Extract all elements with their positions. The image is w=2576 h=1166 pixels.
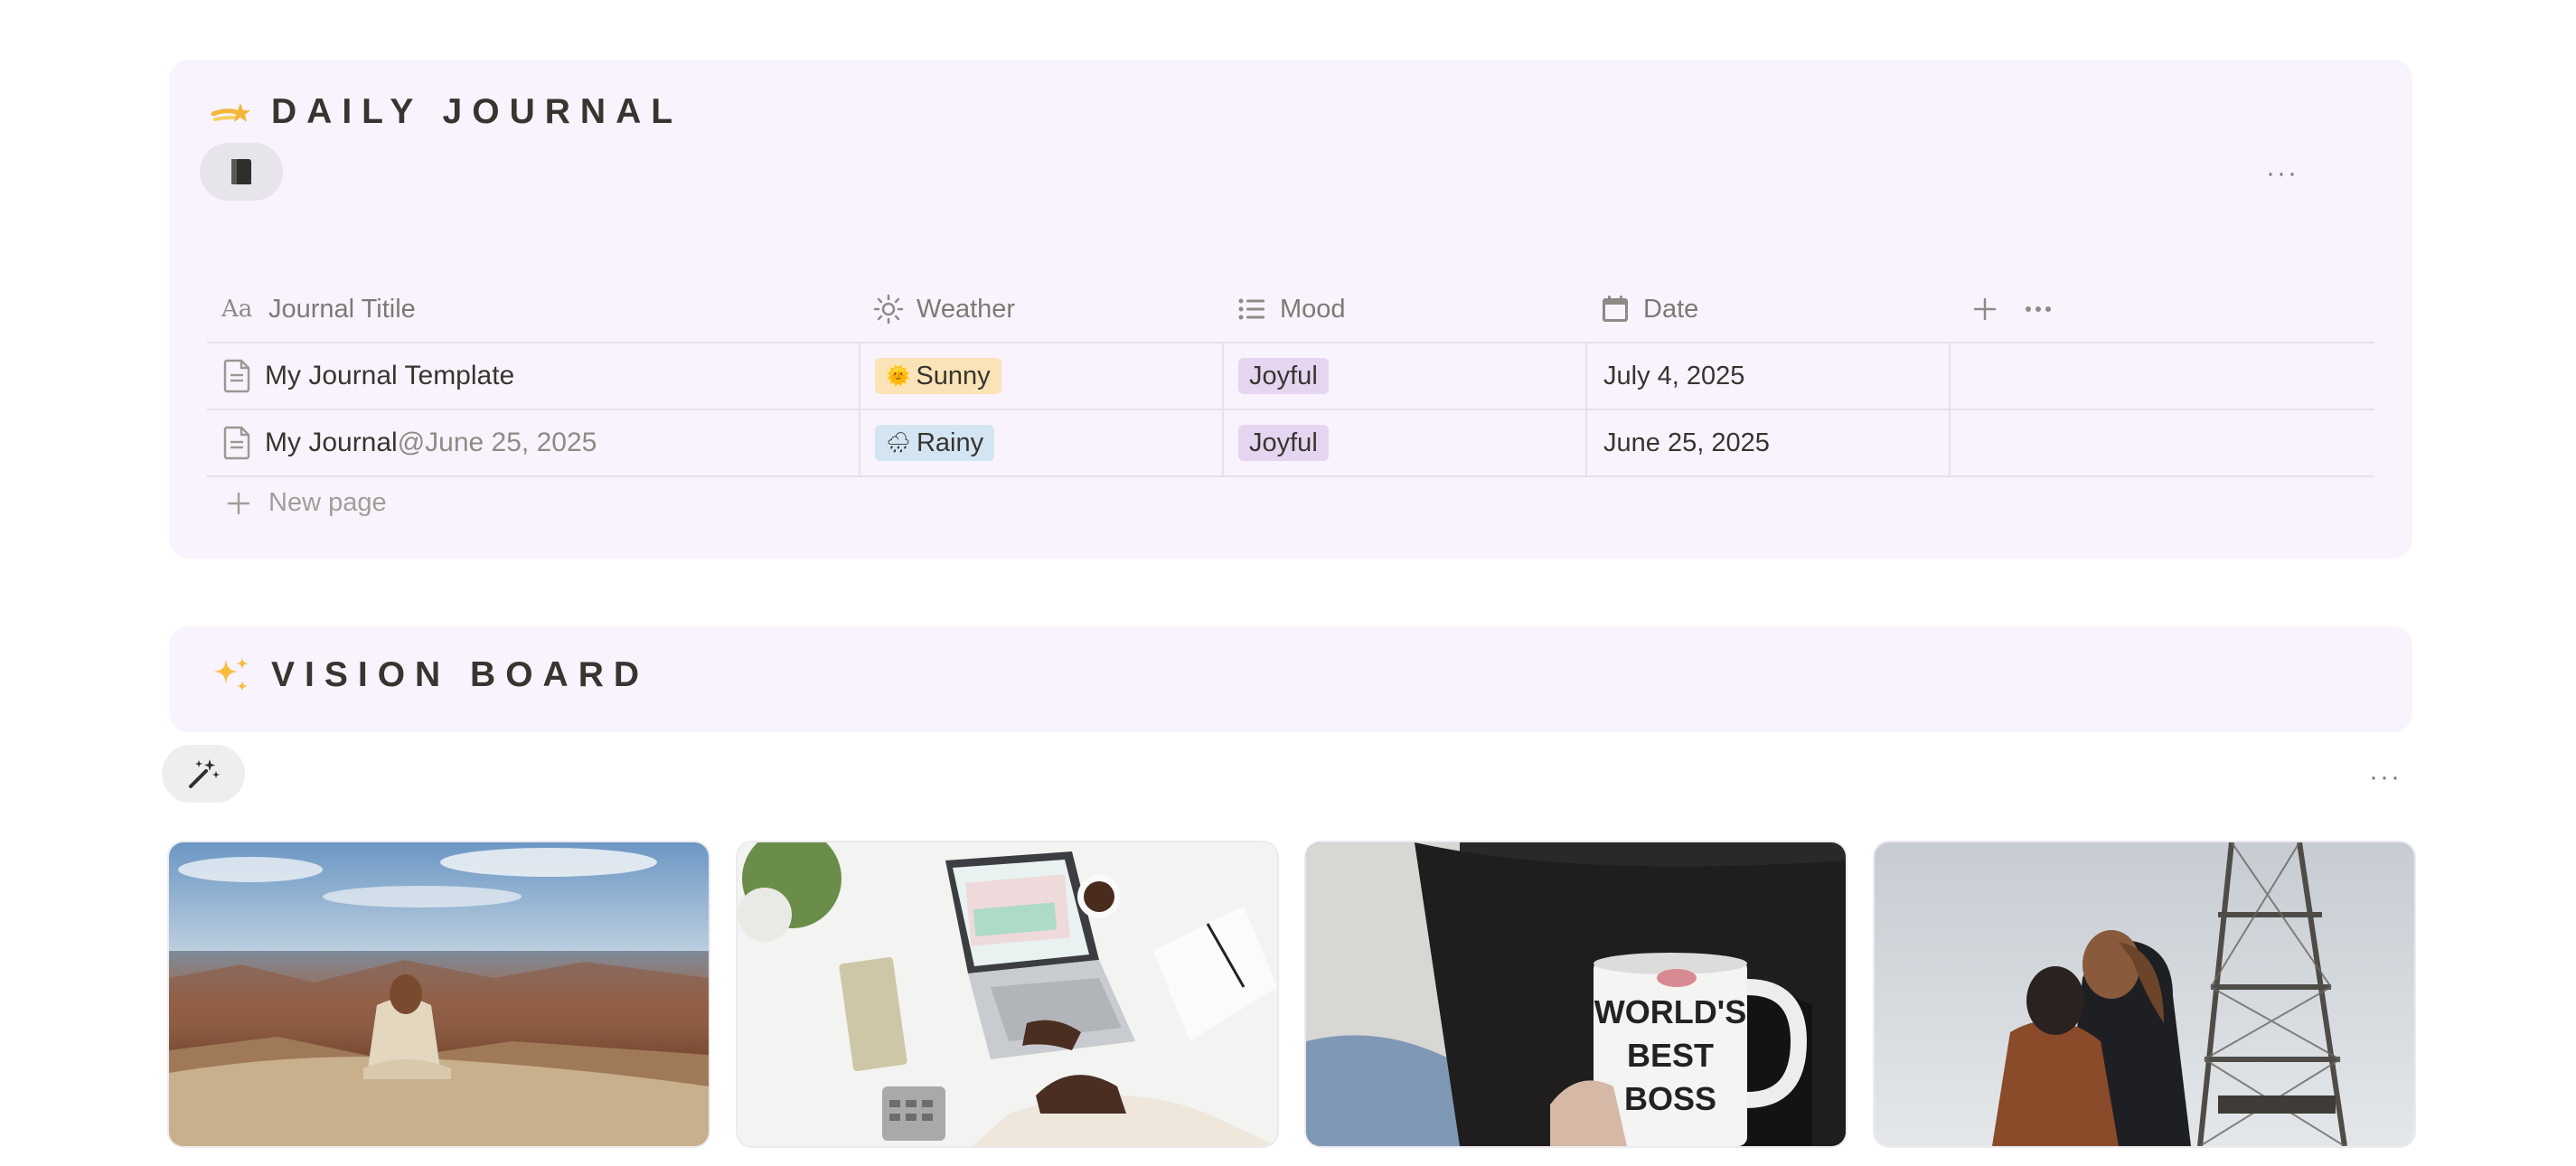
eiffel-kiss-photo[interactable]	[1875, 842, 2414, 1146]
column-label: Mood	[1280, 294, 1346, 324]
cell-empty	[1949, 410, 2374, 475]
plus-icon	[227, 492, 250, 514]
mug-photo[interactable]: WORLD'S BEST BOSS	[1306, 842, 1846, 1146]
svg-text:WORLD'S: WORLD'S	[1594, 993, 1747, 1030]
cell-title[interactable]: My Journal Template	[207, 343, 859, 409]
new-page-label: New page	[268, 488, 387, 517]
column-header-date[interactable]: Date	[1585, 277, 1949, 342]
column-header-mood[interactable]: Mood	[1222, 277, 1585, 342]
view-tab-book[interactable]	[200, 143, 283, 201]
more-icon: ···	[2369, 762, 2402, 792]
daily-journal-section: DAILY JOURNAL ··· Aa Journal Titile Weat…	[169, 60, 2412, 559]
row-title-text: My Journal	[265, 428, 398, 457]
column-header-title[interactable]: Aa Journal Titile	[207, 277, 859, 342]
weather-tag-label: Sunny	[916, 361, 991, 390]
calendar-icon	[1603, 296, 1628, 322]
page-icon	[223, 426, 250, 460]
date-value: July 4, 2025	[1603, 361, 1745, 390]
list-icon	[1238, 298, 1264, 320]
vision-title-text: VISION BOARD	[271, 655, 650, 694]
new-page-button[interactable]: New page	[227, 488, 387, 518]
cell-weather[interactable]: 🌧 Rainy	[859, 410, 1222, 475]
column-label: Journal Titile	[268, 294, 416, 324]
journal-table: Aa Journal Titile Weather Mood Date My J…	[207, 277, 2374, 477]
journal-heading: DAILY JOURNAL	[210, 90, 682, 134]
page-icon	[223, 359, 250, 393]
date-value: June 25, 2025	[1603, 428, 1770, 457]
date-mention[interactable]: @June 25, 2025	[398, 428, 597, 457]
svg-text:BEST: BEST	[1627, 1037, 1714, 1074]
desk-laptop-photo[interactable]	[738, 842, 1277, 1146]
table-header: Aa Journal Titile Weather Mood Date	[207, 277, 2374, 343]
weather-tag-label: Rainy	[916, 428, 984, 457]
more-icon[interactable]	[2025, 305, 2052, 314]
cell-date[interactable]: June 25, 2025	[1585, 410, 1949, 475]
row-title-text: My Journal Template	[265, 361, 515, 390]
weather-tag: 🌞 Sunny	[875, 358, 1001, 394]
cell-date[interactable]: July 4, 2025	[1585, 343, 1949, 409]
column-header-weather[interactable]: Weather	[859, 277, 1222, 342]
cell-mood[interactable]: Joyful	[1222, 410, 1585, 475]
weather-tag: 🌧 Rainy	[875, 425, 995, 461]
magic-wand-icon	[189, 759, 220, 788]
mood-tag: Joyful	[1238, 358, 1329, 394]
table-row[interactable]: My Journal Template 🌞 Sunny Joyful July …	[207, 343, 2374, 410]
sun-emoji-icon: 🌞	[886, 364, 911, 387]
vision-more-button[interactable]: ···	[2363, 759, 2408, 795]
svg-text:BOSS: BOSS	[1624, 1080, 1716, 1117]
vision-board-header: VISION BOARD	[169, 626, 2412, 732]
shooting-star-icon	[211, 103, 250, 122]
table-row[interactable]: My Journal@June 25, 2025 🌧 Rainy Joyful …	[207, 410, 2374, 477]
canyon-meditation-photo[interactable]	[169, 842, 709, 1146]
sparkles-icon	[213, 657, 249, 691]
cell-empty	[1949, 343, 2374, 409]
journal-title-text: DAILY JOURNAL	[271, 92, 683, 131]
cell-mood[interactable]: Joyful	[1222, 343, 1585, 409]
more-icon: ···	[2266, 158, 2299, 188]
sun-icon	[873, 294, 904, 324]
mood-tag: Joyful	[1238, 425, 1329, 461]
vision-heading: VISION BOARD	[210, 654, 649, 697]
view-tab-wand[interactable]	[162, 745, 245, 803]
cell-title[interactable]: My Journal@June 25, 2025	[207, 410, 859, 475]
cell-weather[interactable]: 🌞 Sunny	[859, 343, 1222, 409]
text-property-icon: Aa	[221, 296, 253, 323]
vision-gallery: WORLD'S BEST BOSS	[169, 842, 2414, 1146]
column-label: Date	[1643, 294, 1699, 324]
rain-cloud-emoji-icon: 🌧	[886, 431, 911, 454]
journal-more-button[interactable]: ···	[2260, 155, 2305, 192]
column-header-actions	[1949, 277, 2374, 342]
column-label: Weather	[917, 294, 1016, 324]
book-icon	[231, 159, 251, 184]
add-property-icon[interactable]	[1972, 296, 1998, 322]
